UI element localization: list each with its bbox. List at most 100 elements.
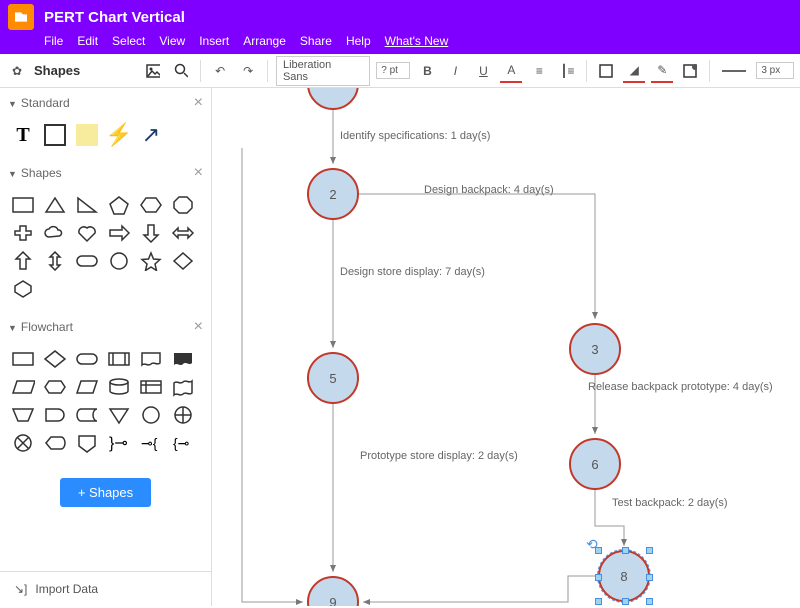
search-icon[interactable] xyxy=(170,59,192,83)
menu-insert[interactable]: Insert xyxy=(199,34,229,48)
import-data-button[interactable]: ↘] Import Data xyxy=(0,571,211,606)
menu-view[interactable]: View xyxy=(159,34,185,48)
shape-stadium[interactable] xyxy=(74,250,100,272)
fc-predef[interactable] xyxy=(106,348,132,370)
shape-cloud[interactable] xyxy=(42,222,68,244)
edge-label[interactable]: Prototype store display: 2 day(s) xyxy=(360,450,518,462)
shape-poly[interactable] xyxy=(10,278,36,300)
fc-manop[interactable] xyxy=(10,404,36,426)
edge-label[interactable]: Identify specifications: 1 day(s) xyxy=(340,130,490,142)
fc-brace2[interactable]: ⊸{ xyxy=(138,432,164,454)
line-spacing-icon[interactable]: ┃≡ xyxy=(556,59,578,83)
fc-brace3[interactable]: {⊸ xyxy=(170,432,196,454)
resize-handle[interactable] xyxy=(595,574,602,581)
diagram-canvas[interactable]: 2 5 9 3 6 8 ⟲ Identify specifications: 1… xyxy=(212,88,800,606)
shape-options-icon[interactable] xyxy=(679,59,701,83)
pert-node-3[interactable]: 3 xyxy=(569,323,621,375)
fc-connector[interactable] xyxy=(138,404,164,426)
fc-prep[interactable] xyxy=(42,376,68,398)
menu-select[interactable]: Select xyxy=(112,34,145,48)
edge-label[interactable]: Design store display: 7 day(s) xyxy=(340,266,485,278)
underline-icon[interactable]: U xyxy=(472,59,494,83)
menu-edit[interactable]: Edit xyxy=(77,34,98,48)
more-shapes-button[interactable]: + Shapes xyxy=(60,478,151,507)
shape-arrow[interactable]: ↗ xyxy=(138,124,164,146)
fc-data[interactable] xyxy=(10,376,36,398)
rotate-handle-icon[interactable]: ⟲ xyxy=(586,536,598,553)
edge-label[interactable]: Design backpack: 4 day(s) xyxy=(424,184,554,196)
edge-label[interactable]: Test backpack: 2 day(s) xyxy=(612,497,728,509)
shape-bolt[interactable]: ⚡ xyxy=(106,124,132,146)
shape-diamond[interactable] xyxy=(170,250,196,272)
pert-node-2[interactable]: 2 xyxy=(307,168,359,220)
shape-text[interactable]: T xyxy=(10,124,36,146)
text-color-icon[interactable]: A xyxy=(500,59,522,83)
shape-circle[interactable] xyxy=(106,250,132,272)
fc-terminator[interactable] xyxy=(74,348,100,370)
fc-merge[interactable] xyxy=(106,404,132,426)
close-icon[interactable]: × xyxy=(194,318,203,336)
font-family-select[interactable]: Liberation Sans xyxy=(276,56,370,86)
close-icon[interactable]: × xyxy=(194,94,203,112)
fc-intstore[interactable] xyxy=(138,376,164,398)
fc-delay[interactable] xyxy=(42,404,68,426)
image-icon[interactable] xyxy=(142,59,164,83)
fc-docs[interactable] xyxy=(170,348,196,370)
menu-help[interactable]: Help xyxy=(346,34,371,48)
fc-stored[interactable] xyxy=(74,404,100,426)
line-width-select[interactable]: 3 px xyxy=(756,62,794,79)
shape-arrowd[interactable] xyxy=(138,222,164,244)
fc-punched[interactable] xyxy=(170,376,196,398)
shape-rtriangle[interactable] xyxy=(74,194,100,216)
close-icon[interactable]: × xyxy=(194,164,203,182)
shape-arrowbi[interactable] xyxy=(170,222,196,244)
shape-rect[interactable] xyxy=(10,194,36,216)
fc-display[interactable] xyxy=(42,432,68,454)
resize-handle[interactable] xyxy=(646,598,653,605)
edge-label[interactable]: Release backpack prototype: 4 day(s) xyxy=(588,381,773,393)
font-size-select[interactable]: ? pt xyxy=(376,62,410,79)
fc-decision[interactable] xyxy=(42,348,68,370)
pert-node-5[interactable]: 5 xyxy=(307,352,359,404)
fc-offpage[interactable] xyxy=(74,432,100,454)
fc-or[interactable] xyxy=(170,404,196,426)
shape-pentagon[interactable] xyxy=(106,194,132,216)
align-icon[interactable]: ≡ xyxy=(528,59,550,83)
pert-node[interactable] xyxy=(307,88,359,110)
bold-icon[interactable]: B xyxy=(416,59,438,83)
pert-node-9[interactable]: 9 xyxy=(307,576,359,606)
shape-hexagon[interactable] xyxy=(138,194,164,216)
shape-arrowu[interactable] xyxy=(10,250,36,272)
fill-color-icon[interactable]: ◢ xyxy=(623,59,645,83)
line-color-icon[interactable]: ✎ xyxy=(651,59,673,83)
redo-icon[interactable]: ↷ xyxy=(237,59,259,83)
shape-triangle[interactable] xyxy=(42,194,68,216)
fc-sum[interactable] xyxy=(10,432,36,454)
resize-handle[interactable] xyxy=(622,547,629,554)
shape-octagon[interactable] xyxy=(170,194,196,216)
shape-arrowud[interactable] xyxy=(42,250,68,272)
shape-arrowr[interactable] xyxy=(106,222,132,244)
fc-para[interactable] xyxy=(74,376,100,398)
menu-share[interactable]: Share xyxy=(300,34,332,48)
shape-heart[interactable] xyxy=(74,222,100,244)
shape-note[interactable] xyxy=(74,124,100,146)
fc-db[interactable] xyxy=(106,376,132,398)
undo-icon[interactable]: ↶ xyxy=(209,59,231,83)
pert-node-8-selected[interactable]: 8 ⟲ xyxy=(598,550,650,602)
resize-handle[interactable] xyxy=(646,547,653,554)
shape-star[interactable] xyxy=(138,250,164,272)
italic-icon[interactable]: I xyxy=(444,59,466,83)
panel-standard-header[interactable]: ▼Standard × xyxy=(0,88,211,118)
resize-handle[interactable] xyxy=(595,598,602,605)
menu-whats-new[interactable]: What's New xyxy=(385,34,449,48)
shape-cross[interactable] xyxy=(10,222,36,244)
fc-process[interactable] xyxy=(10,348,36,370)
resize-handle[interactable] xyxy=(646,574,653,581)
line-style-icon[interactable] xyxy=(718,59,750,83)
fc-doc[interactable] xyxy=(138,348,164,370)
panel-flowchart-header[interactable]: ▼Flowchart × xyxy=(0,312,211,342)
pert-node-6[interactable]: 6 xyxy=(569,438,621,490)
shapes-toggle[interactable]: Shapes xyxy=(34,63,80,78)
border-icon[interactable] xyxy=(595,59,617,83)
